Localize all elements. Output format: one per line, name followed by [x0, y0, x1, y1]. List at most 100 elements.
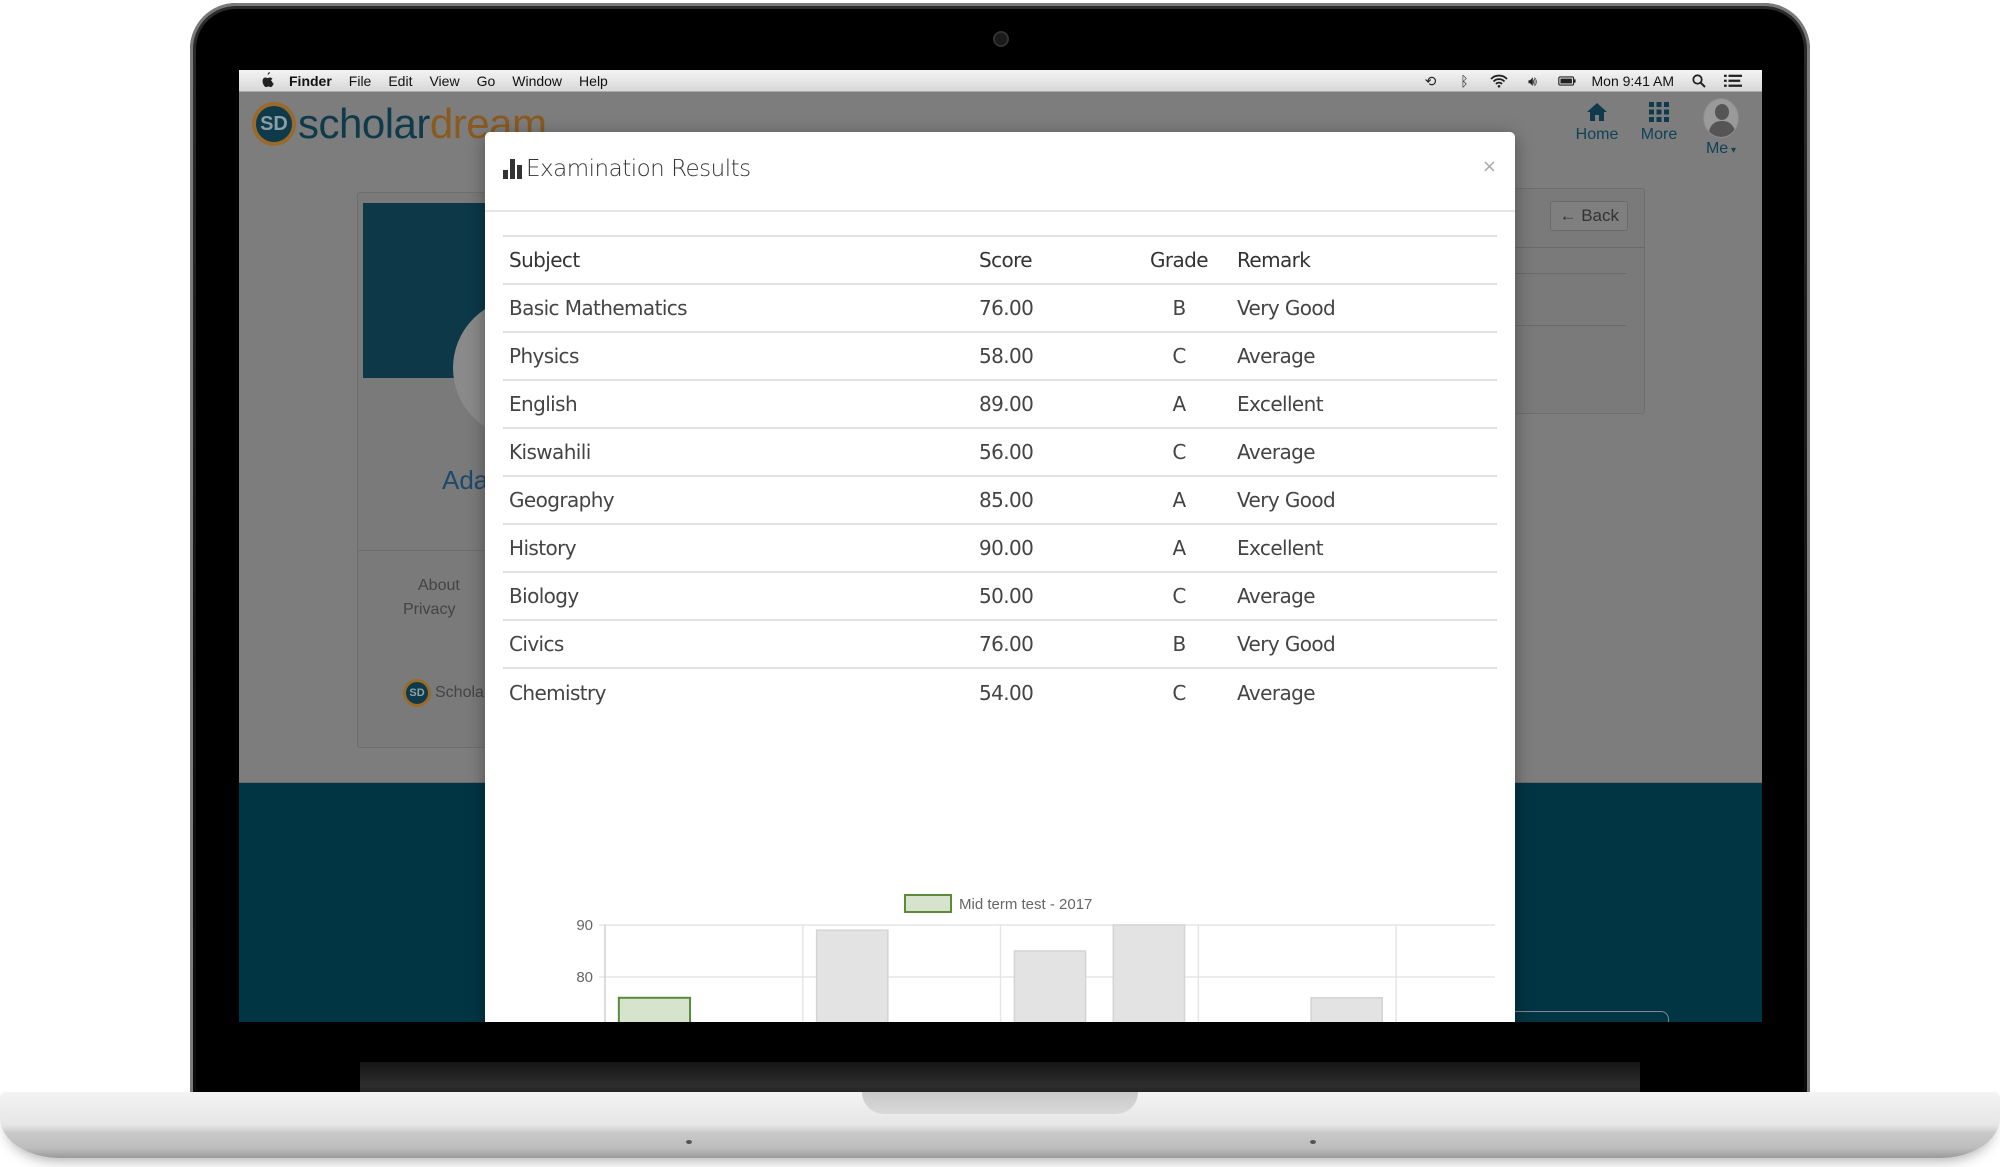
home-icon	[1566, 98, 1628, 126]
legend-swatch	[904, 894, 952, 913]
y-tick-label: 90	[576, 917, 593, 934]
cell-subject: English	[503, 379, 973, 428]
cell-subject: Physics	[503, 331, 973, 380]
wifi-icon[interactable]	[1489, 73, 1508, 89]
menu-window[interactable]: Window	[512, 73, 562, 89]
camera-icon	[995, 33, 1007, 45]
cell-grade: B	[1127, 619, 1231, 668]
nav-home[interactable]: Home	[1566, 98, 1628, 158]
cell-remark: Average	[1231, 331, 1497, 380]
cell-remark: Very Good	[1231, 283, 1497, 332]
logo-text-scholar: scholar	[298, 100, 430, 147]
cell-subject: Chemistry	[503, 667, 973, 716]
notification-center-icon[interactable]	[1724, 73, 1742, 89]
cell-grade: C	[1127, 571, 1231, 620]
modal-title: Examination Results	[503, 156, 751, 182]
screen: Finder File Edit View Go Window Help ⟲ ᛒ…	[239, 70, 1762, 1022]
volume-icon[interactable]: 🔊︎	[1524, 73, 1542, 89]
cell-subject: Biology	[503, 571, 973, 620]
nav-more-label: More	[1640, 126, 1678, 143]
modal-header: Examination Results ×	[485, 132, 1515, 212]
laptop-notch	[862, 1092, 1138, 1114]
cell-remark: Excellent	[1231, 379, 1497, 428]
table-row: Biology 50.00 C Average	[503, 571, 1497, 620]
cell-grade: C	[1127, 331, 1231, 380]
clock[interactable]: Mon 9:41 AM	[1592, 73, 1675, 89]
table-row: History 90.00 A Excellent	[503, 523, 1497, 572]
menu-help[interactable]: Help	[579, 73, 608, 89]
column-header-subject: Subject	[503, 235, 973, 285]
y-tick-label: 70	[576, 1021, 593, 1022]
cell-grade: C	[1127, 667, 1231, 716]
bar-geography	[1013, 950, 1087, 1022]
menu-edit[interactable]: Edit	[388, 73, 412, 89]
table-row: Chemistry 54.00 C Average	[503, 667, 1497, 716]
spotlight-icon[interactable]	[1690, 73, 1708, 89]
cell-subject: Civics	[503, 619, 973, 668]
footer-brand: SD Scholar	[403, 679, 489, 707]
cell-score: 90.00	[973, 523, 1127, 572]
back-button[interactable]: ← Back	[1550, 201, 1628, 231]
bar-civics	[1310, 997, 1384, 1022]
cell-subject: Basic Mathematics	[503, 283, 973, 332]
arrow-left-icon: ←	[1559, 206, 1577, 225]
bar-basic-mathematics	[617, 996, 692, 1022]
footer-link-about[interactable]: About	[418, 577, 460, 595]
cell-grade: A	[1127, 379, 1231, 428]
laptop-foot	[686, 1140, 692, 1144]
cell-score: 58.00	[973, 331, 1127, 380]
column-header-grade: Grade	[1127, 235, 1231, 285]
profile-name[interactable]: Ada	[442, 465, 488, 496]
user-avatar	[1703, 98, 1739, 138]
laptop-foot	[1310, 1140, 1316, 1144]
laptop-mockup: Finder File Edit View Go Window Help ⟲ ᛒ…	[0, 0, 2000, 1167]
bar-english	[815, 929, 889, 1022]
top-nav: Home More Me ▾	[1566, 98, 1752, 158]
cell-remark: Very Good	[1231, 619, 1497, 668]
examination-results-modal: Examination Results × Subject Score Grad…	[485, 132, 1515, 1022]
table-row: English 89.00 A Excellent	[503, 379, 1497, 428]
nav-more[interactable]: More	[1628, 98, 1690, 158]
cell-remark: Excellent	[1231, 523, 1497, 572]
cell-grade: A	[1127, 523, 1231, 572]
nav-me-label-wrap: Me ▾	[1690, 140, 1752, 158]
nav-me-label: Me	[1705, 140, 1729, 157]
menu-go[interactable]: Go	[477, 73, 496, 89]
bar-history	[1112, 924, 1186, 1022]
battery-icon[interactable]	[1557, 73, 1576, 89]
cell-score: 50.00	[973, 571, 1127, 620]
footer-logo-mark: SD	[403, 679, 431, 707]
caret-down-icon: ▾	[1728, 145, 1737, 156]
logo-mark: SD	[252, 102, 296, 146]
cell-grade: B	[1127, 283, 1231, 332]
cell-score: 56.00	[973, 427, 1127, 476]
nav-me[interactable]: Me ▾	[1690, 98, 1752, 158]
cell-subject: Kiswahili	[503, 427, 973, 476]
cell-remark: Average	[1231, 571, 1497, 620]
cell-subject: Geography	[503, 475, 973, 524]
menu-file[interactable]: File	[349, 73, 372, 89]
cell-score: 85.00	[973, 475, 1127, 524]
column-header-remark: Remark	[1231, 235, 1497, 285]
nav-home-label: Home	[1575, 126, 1619, 143]
footer-brand-text: Scholar	[435, 684, 490, 701]
bar-chart-icon	[503, 159, 522, 179]
table-row: Civics 76.00 B Very Good	[503, 619, 1497, 668]
legend-label: Mid term test - 2017	[959, 896, 1092, 913]
y-tick-label: 80	[576, 969, 593, 986]
bluetooth-icon[interactable]: ᛒ	[1456, 73, 1474, 89]
macos-menu-bar: Finder File Edit View Go Window Help ⟲ ᛒ…	[239, 70, 1762, 92]
cell-subject: History	[503, 523, 973, 572]
footer-link-privacy[interactable]: Privacy	[403, 601, 455, 619]
menu-finder[interactable]: Finder	[289, 73, 332, 89]
table-header-row: Subject Score Grade Remark	[503, 235, 1497, 285]
close-button[interactable]: ×	[1482, 156, 1497, 177]
apple-menu-icon[interactable]	[259, 72, 275, 89]
cell-score: 76.00	[973, 619, 1127, 668]
cell-score: 54.00	[973, 667, 1127, 716]
table-row: Geography 85.00 A Very Good	[503, 475, 1497, 524]
chart-svg: Mid term test - 20179080706050	[576, 894, 1495, 1022]
grid-icon	[1628, 98, 1690, 126]
menu-view[interactable]: View	[429, 73, 459, 89]
time-machine-icon[interactable]: ⟲	[1422, 73, 1440, 89]
